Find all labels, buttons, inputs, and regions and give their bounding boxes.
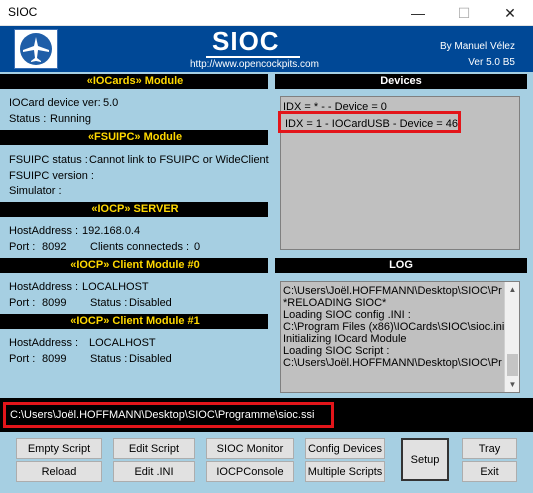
- client0-port-value: 8099: [42, 297, 67, 309]
- log-list[interactable]: C:\Users\Joël.HOFFMANN\Desktop\SIOC\Pr *…: [280, 281, 520, 393]
- log-line: C:\Program Files (x86)\IOCards\SIOC\sioc…: [283, 321, 505, 333]
- log-line: Initializing IOcard Module: [283, 333, 407, 345]
- title-bar: SIOC — ☐ ✕: [0, 0, 533, 26]
- scroll-down-arrow-icon[interactable]: ▼: [505, 377, 519, 392]
- maximize-button[interactable]: ☐: [441, 0, 487, 26]
- app-name: SIOC: [212, 26, 280, 56]
- version-label: Ver 5.0 B5: [468, 57, 515, 68]
- server-host-value: 192.168.0.4: [82, 225, 141, 237]
- iocp-console-button[interactable]: IOCPConsole: [206, 461, 294, 482]
- server-port-label: Port :: [9, 241, 36, 253]
- edit-script-button[interactable]: Edit Script: [113, 438, 195, 459]
- log-scrollbar[interactable]: ▲ ▼: [504, 282, 519, 392]
- simulator-label: Simulator :: [9, 185, 62, 197]
- server-host-label: HostAddress :: [9, 225, 79, 237]
- client1-host-label: HostAddress :: [9, 337, 79, 349]
- script-path-field: C:\Users\Joël.HOFFMANN\Desktop\SIOC\Prog…: [3, 402, 334, 428]
- edit-ini-button[interactable]: Edit .INI: [113, 461, 195, 482]
- log-section-title: LOG: [275, 258, 527, 273]
- main-panel: SIOC http://www.opencockpits.com By Manu…: [0, 26, 533, 493]
- config-devices-button[interactable]: Config Devices: [305, 438, 385, 459]
- log-line: Loading SIOC config .INI :: [283, 309, 411, 321]
- fsuipc-version-label: FSUIPC version :: [9, 170, 94, 182]
- scrollbar-thumb[interactable]: [507, 354, 518, 376]
- minimize-button[interactable]: —: [395, 0, 441, 26]
- client0-status-value: Disabled: [129, 297, 172, 309]
- website-link[interactable]: http://www.opencockpits.com: [190, 59, 319, 70]
- setup-button[interactable]: Setup: [401, 438, 449, 481]
- multiple-scripts-button[interactable]: Multiple Scripts: [305, 461, 385, 482]
- client1-status-value: Disabled: [129, 353, 172, 365]
- iocards-section-title: «IOCards» Module: [70, 74, 200, 89]
- minimize-icon: —: [411, 5, 425, 21]
- tray-button[interactable]: Tray: [462, 438, 517, 459]
- client0-host-value: LOCALHOST: [82, 281, 149, 293]
- client0-host-label: HostAddress :: [9, 281, 79, 293]
- close-icon: ✕: [504, 4, 516, 21]
- maximize-icon: ☐: [457, 4, 471, 21]
- window-title: SIOC: [8, 5, 38, 19]
- exit-button[interactable]: Exit: [462, 461, 517, 482]
- client1-port-label: Port :: [9, 353, 36, 365]
- client1-port-value: 8099: [42, 353, 67, 365]
- iocp-server-section-title: «IOCP» SERVER: [70, 202, 200, 217]
- client1-status-label: Status :: [90, 353, 128, 365]
- scroll-up-arrow-icon[interactable]: ▲: [505, 282, 519, 297]
- clients-connected-value: 0: [194, 241, 201, 253]
- empty-script-button[interactable]: Empty Script: [16, 438, 102, 459]
- reload-button[interactable]: Reload: [16, 461, 102, 482]
- client0-section-title: «IOCP» Client Module #0: [50, 258, 220, 273]
- server-port-value: 8092: [42, 241, 67, 253]
- iocard-device-ver-label: IOCard device ver:: [9, 97, 101, 109]
- iocard-device-ver-value: 5.0: [103, 97, 119, 109]
- iocard-status-value: Running: [50, 113, 91, 125]
- app-name-underline: [206, 56, 300, 58]
- log-line: C:\Users\Joël.HOFFMANN\Desktop\SIOC\Pr: [283, 357, 502, 369]
- client0-port-label: Port :: [9, 297, 36, 309]
- airplane-logo-icon: [14, 29, 58, 69]
- header-banner: SIOC http://www.opencockpits.com By Manu…: [0, 26, 533, 72]
- author-label: By Manuel Vélez: [439, 41, 515, 52]
- log-line: *RELOADING SIOC*: [283, 297, 387, 309]
- device-highlight-box: [278, 111, 461, 133]
- clients-connected-label: Clients connecteds :: [90, 241, 190, 253]
- sioc-monitor-button[interactable]: SIOC Monitor: [206, 438, 294, 459]
- client1-host-value: LOCALHOST: [89, 337, 156, 349]
- devices-section-title: Devices: [275, 74, 527, 89]
- fsuipc-status-label: FSUIPC status :: [9, 154, 88, 166]
- fsuipc-status-value: Cannot link to FSUIPC or WideClient: [89, 154, 269, 166]
- log-line: Loading SIOC Script :: [283, 345, 390, 357]
- client0-status-label: Status :: [90, 297, 128, 309]
- iocard-status-label: Status :: [9, 113, 47, 125]
- close-button[interactable]: ✕: [487, 0, 533, 26]
- client1-section-title: «IOCP» Client Module #1: [50, 314, 220, 329]
- log-line: C:\Users\Joël.HOFFMANN\Desktop\SIOC\Pr: [283, 285, 502, 297]
- fsuipc-section-title: «FSUIPC» Module: [70, 130, 200, 145]
